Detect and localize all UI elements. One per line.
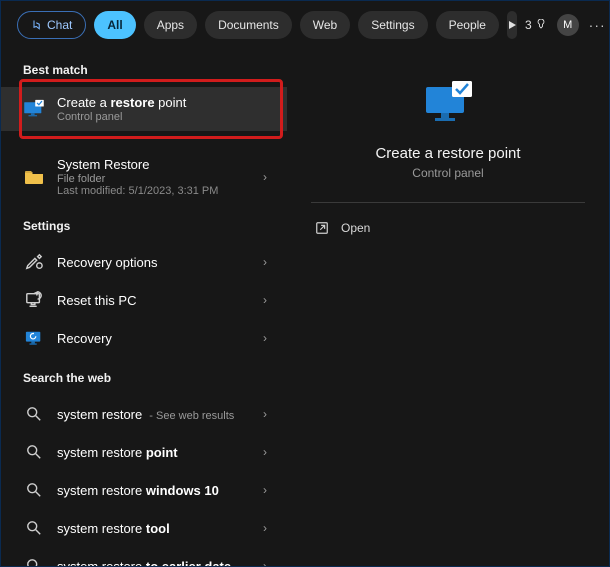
preview-subtitle: Control panel bbox=[311, 166, 585, 180]
bing-chat-icon bbox=[31, 19, 43, 31]
open-icon bbox=[315, 221, 329, 235]
more-filters-button[interactable] bbox=[507, 11, 517, 39]
chevron-right-icon: › bbox=[263, 445, 277, 459]
section-search-web: Search the web bbox=[1, 357, 287, 395]
result-web-system-restore-tool[interactable]: system restore tool › bbox=[1, 509, 287, 547]
result-title: system restore tool bbox=[57, 521, 263, 536]
result-system-restore-folder[interactable]: System Restore File folder Last modified… bbox=[1, 149, 287, 205]
result-title: Create a restore point bbox=[57, 95, 277, 110]
tab-apps[interactable]: Apps bbox=[144, 11, 197, 39]
preview-pane: Create a restore point Control panel Ope… bbox=[287, 49, 609, 566]
rewards-badge[interactable]: 3 bbox=[525, 18, 547, 32]
recovery-icon bbox=[23, 327, 45, 349]
result-web-system-restore-windows10[interactable]: system restore windows 10 › bbox=[1, 471, 287, 509]
topbar-right: 3 M ··· b bbox=[525, 12, 610, 38]
chevron-right-icon: › bbox=[263, 331, 277, 345]
result-recovery-options[interactable]: Recovery options › bbox=[1, 243, 287, 281]
result-meta: Last modified: 5/1/2023, 3:31 PM bbox=[57, 185, 263, 197]
chevron-right-icon: › bbox=[263, 559, 277, 566]
result-title: Reset this PC bbox=[57, 293, 263, 308]
preview-title: Create a restore point bbox=[311, 145, 585, 162]
result-title: system restore to earlier date bbox=[57, 559, 263, 567]
chat-tab[interactable]: Chat bbox=[17, 11, 86, 39]
chevron-right-icon: › bbox=[263, 407, 277, 421]
result-title: system restore windows 10 bbox=[57, 483, 263, 498]
rewards-count: 3 bbox=[525, 18, 532, 32]
search-icon bbox=[23, 479, 45, 501]
search-icon bbox=[23, 403, 45, 425]
chevron-right-icon: › bbox=[263, 483, 277, 497]
system-properties-icon bbox=[23, 98, 45, 120]
preview-icon bbox=[311, 79, 585, 127]
result-web-system-restore[interactable]: system restore - See web results › bbox=[1, 395, 287, 433]
folder-icon bbox=[23, 166, 45, 188]
result-recovery[interactable]: Recovery › bbox=[1, 319, 287, 357]
result-title: Recovery options bbox=[57, 255, 263, 270]
result-web-system-restore-earlier[interactable]: system restore to earlier date › bbox=[1, 547, 287, 566]
tab-settings[interactable]: Settings bbox=[358, 11, 427, 39]
result-subtitle: Control panel bbox=[57, 111, 277, 123]
result-create-restore-point[interactable]: Create a restore point Control panel bbox=[1, 87, 287, 131]
result-title: system restore - See web results bbox=[57, 407, 263, 422]
results-pane: Best match Create a restore point Contro… bbox=[1, 49, 287, 566]
tab-web[interactable]: Web bbox=[300, 11, 350, 39]
profile-avatar[interactable]: M bbox=[557, 14, 579, 36]
more-menu[interactable]: ··· bbox=[589, 17, 606, 33]
tab-people[interactable]: People bbox=[436, 11, 499, 39]
chat-label: Chat bbox=[47, 18, 72, 32]
recovery-options-icon bbox=[23, 251, 45, 273]
preview-divider bbox=[311, 202, 585, 203]
preview-action-open[interactable]: Open bbox=[311, 213, 585, 243]
result-title: System Restore bbox=[57, 157, 263, 172]
preview-action-label: Open bbox=[341, 221, 370, 235]
chevron-right-icon: › bbox=[263, 521, 277, 535]
result-title: Recovery bbox=[57, 331, 263, 346]
chevron-right-icon: › bbox=[263, 170, 277, 184]
play-icon bbox=[507, 20, 517, 30]
result-web-system-restore-point[interactable]: system restore point › bbox=[1, 433, 287, 471]
rewards-icon bbox=[535, 19, 547, 31]
section-best-match: Best match bbox=[1, 49, 287, 87]
result-subtitle: File folder bbox=[57, 173, 263, 185]
chevron-right-icon: › bbox=[263, 293, 277, 307]
search-icon bbox=[23, 517, 45, 539]
search-icon bbox=[23, 441, 45, 463]
reset-pc-icon bbox=[23, 289, 45, 311]
tab-documents[interactable]: Documents bbox=[205, 11, 292, 39]
section-settings: Settings bbox=[1, 205, 287, 243]
filter-tab-bar: Chat All Apps Documents Web Settings Peo… bbox=[1, 1, 609, 49]
tab-all[interactable]: All bbox=[94, 11, 135, 39]
result-title: system restore point bbox=[57, 445, 263, 460]
content-area: Best match Create a restore point Contro… bbox=[1, 49, 609, 566]
chevron-right-icon: › bbox=[263, 255, 277, 269]
result-reset-this-pc[interactable]: Reset this PC › bbox=[1, 281, 287, 319]
search-icon bbox=[23, 555, 45, 566]
